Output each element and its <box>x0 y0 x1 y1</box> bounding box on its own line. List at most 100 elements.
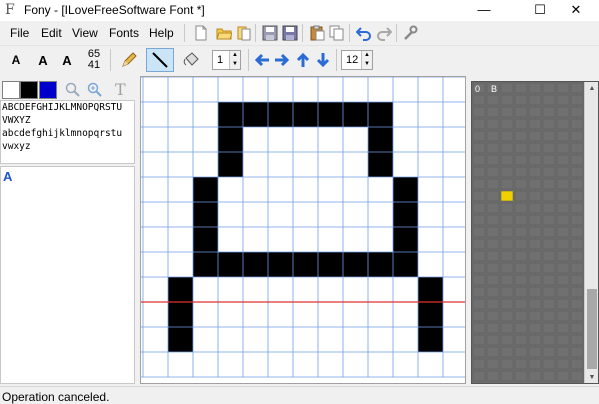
charmap-cell[interactable] <box>500 202 514 214</box>
glyph-bold-button[interactable]: A <box>55 48 79 72</box>
charmap-cell[interactable] <box>500 154 514 166</box>
charmap-cell[interactable] <box>500 310 514 322</box>
lit-pixel[interactable] <box>368 252 393 277</box>
glyph-outline-button[interactable]: A <box>4 48 28 72</box>
charmap-cell[interactable] <box>472 334 486 346</box>
charmap-cell[interactable] <box>472 358 486 370</box>
charmap-cell[interactable] <box>570 298 584 310</box>
charmap-cell[interactable] <box>542 154 556 166</box>
charmap-cell[interactable] <box>542 166 556 178</box>
charmap-cell[interactable] <box>472 322 486 334</box>
glyph-preview-button[interactable]: A <box>31 48 55 72</box>
charmap-cell[interactable] <box>570 262 584 274</box>
charmap-cell[interactable] <box>570 178 584 190</box>
lit-pixel[interactable] <box>243 252 268 277</box>
charmap-cell[interactable] <box>514 154 528 166</box>
charmap-cell[interactable] <box>514 226 528 238</box>
lit-pixel[interactable] <box>168 302 193 327</box>
charmap-cell[interactable] <box>556 274 570 286</box>
charmap-cell[interactable] <box>542 370 556 382</box>
charmap-cell[interactable] <box>500 334 514 346</box>
lit-pixel[interactable] <box>393 227 418 252</box>
charmap-cell[interactable] <box>472 214 486 226</box>
zoom-spinner[interactable]: 12 ▲ ▼ <box>341 50 373 70</box>
charmap-cell[interactable] <box>486 178 500 190</box>
charmap-scrollbar[interactable]: ▲ ▼ <box>584 82 598 383</box>
charmap-cell[interactable] <box>528 250 542 262</box>
charmap-cell[interactable] <box>514 202 528 214</box>
charmap-cell[interactable] <box>500 226 514 238</box>
charmap-cell[interactable] <box>486 262 500 274</box>
charmap-cell[interactable] <box>556 286 570 298</box>
charmap-cell[interactable] <box>500 262 514 274</box>
charmap-cell[interactable] <box>570 238 584 250</box>
lit-pixel[interactable] <box>393 177 418 202</box>
charmap-cell[interactable] <box>500 178 514 190</box>
charmap-cell[interactable] <box>472 238 486 250</box>
charmap-cell[interactable] <box>500 82 514 94</box>
charmap-cell[interactable] <box>528 226 542 238</box>
charmap-cell[interactable] <box>542 322 556 334</box>
charmap-cell[interactable] <box>486 118 500 130</box>
charmap-cell[interactable] <box>486 94 500 106</box>
charmap-cell[interactable] <box>542 226 556 238</box>
charmap-cell[interactable] <box>472 190 486 202</box>
charmap-cell[interactable] <box>570 142 584 154</box>
menu-file[interactable]: File <box>10 26 29 40</box>
charmap-cell[interactable] <box>570 214 584 226</box>
charmap-cell[interactable] <box>472 274 486 286</box>
charmap-cell[interactable] <box>472 346 486 358</box>
charmap-cell[interactable] <box>472 310 486 322</box>
charmap-cell[interactable] <box>500 238 514 250</box>
charmap-cell[interactable] <box>472 370 486 382</box>
menu-fonts[interactable]: Fonts <box>109 26 139 40</box>
charmap-cell[interactable] <box>570 358 584 370</box>
lit-pixel[interactable] <box>418 302 443 327</box>
lit-pixel[interactable] <box>168 327 193 352</box>
arrow-up-icon[interactable] <box>295 52 311 68</box>
charmap-cell[interactable] <box>556 94 570 106</box>
lit-pixel[interactable] <box>268 102 293 127</box>
charmap-cell[interactable] <box>542 106 556 118</box>
scroll-thumb[interactable] <box>587 289 597 369</box>
charmap-cell[interactable] <box>570 106 584 118</box>
charmap-cell[interactable] <box>542 250 556 262</box>
charmap-cell[interactable] <box>556 370 570 382</box>
charmap-cell[interactable] <box>514 370 528 382</box>
charmap-cell[interactable] <box>570 82 584 94</box>
charmap-cell[interactable] <box>556 130 570 142</box>
charmap-cell[interactable] <box>570 94 584 106</box>
charmap-cell[interactable] <box>556 118 570 130</box>
charmap-cell[interactable] <box>570 166 584 178</box>
charmap-cell[interactable] <box>514 178 528 190</box>
lit-pixel[interactable] <box>218 252 243 277</box>
menu-view[interactable]: View <box>72 26 98 40</box>
charmap-cell[interactable] <box>514 298 528 310</box>
redo-icon[interactable] <box>376 25 392 41</box>
charmap-cell[interactable] <box>570 370 584 382</box>
lit-pixel[interactable] <box>318 102 343 127</box>
charmap-cell[interactable] <box>472 166 486 178</box>
charmap-cell[interactable] <box>486 166 500 178</box>
lit-pixel[interactable] <box>293 102 318 127</box>
charmap-cell[interactable] <box>542 190 556 202</box>
background-color-swatch[interactable] <box>2 81 20 99</box>
charmap-cell[interactable] <box>472 106 486 118</box>
pixel-grid[interactable] <box>141 77 466 384</box>
charmap-cell[interactable] <box>486 298 500 310</box>
charmap-cell[interactable] <box>500 298 514 310</box>
charmap-cell[interactable] <box>486 358 500 370</box>
charmap-cell[interactable] <box>570 202 584 214</box>
undo-icon[interactable] <box>356 25 372 41</box>
charmap-cell[interactable] <box>556 250 570 262</box>
charmap-cell[interactable] <box>570 154 584 166</box>
charmap-cell[interactable] <box>486 214 500 226</box>
charmap-cell[interactable] <box>570 130 584 142</box>
minimize-button[interactable]: — <box>461 0 507 21</box>
charmap-cell[interactable] <box>514 238 528 250</box>
charmap-cell[interactable] <box>556 358 570 370</box>
charmap-cell[interactable] <box>542 94 556 106</box>
charmap-cell[interactable] <box>528 238 542 250</box>
charmap-cell[interactable] <box>500 286 514 298</box>
charmap-cell[interactable] <box>542 118 556 130</box>
